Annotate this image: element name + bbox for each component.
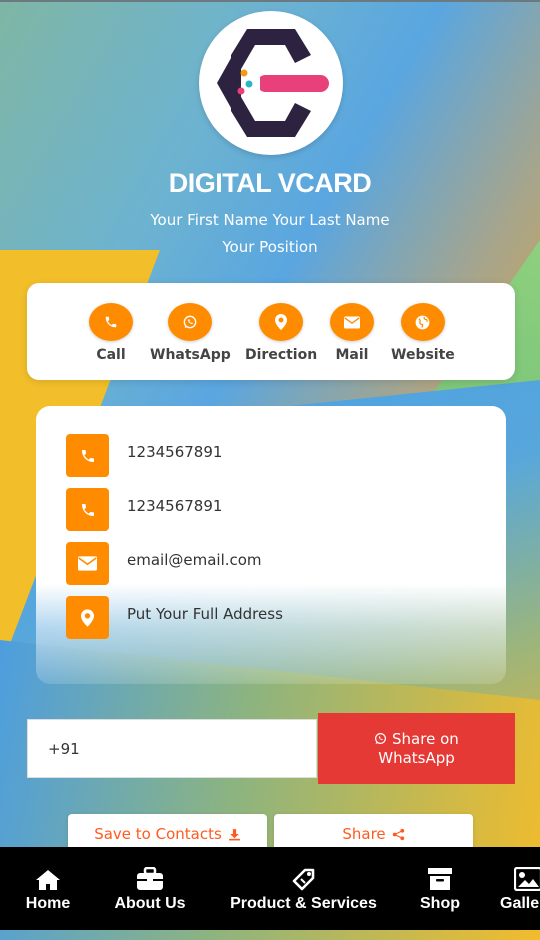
call-label: Call [96,347,126,363]
phone-icon [105,316,117,328]
share-on-whatsapp-text-1: Share on [392,729,459,748]
nav-product-services[interactable]: Product & Services [226,865,381,913]
profile-position: Your Position [222,238,318,256]
share-on-whatsapp-text-2: WhatsApp [378,748,455,767]
direction-action[interactable]: Direction [245,303,317,363]
whatsapp-label: WhatsApp [150,347,231,363]
archive-icon [428,868,452,890]
phone-number-1[interactable]: 1234567891 [127,443,222,461]
whatsapp-action[interactable]: WhatsApp [150,303,231,363]
share-icon [392,828,404,840]
globe-icon [416,315,430,329]
share-on-whatsapp-button[interactable]: Share on WhatsApp [318,713,515,784]
website-action[interactable]: Website [391,303,455,363]
nav-about-us-label: About Us [114,895,186,912]
nav-product-services-label: Product & Services [230,895,377,912]
whatsapp-button[interactable] [168,303,213,341]
website-label: Website [391,347,455,363]
address-text[interactable]: Put Your Full Address [127,605,283,623]
contact-details-card: 1234567891 1234567891 email@email.com Pu… [36,406,506,684]
direction-button[interactable] [259,303,304,341]
home-icon [36,870,60,890]
mail-label: Mail [335,347,369,363]
bottom-navigation: Home About Us Product & Services Shop Ga… [0,847,540,930]
whatsapp-icon [184,315,197,329]
map-pin-icon [275,314,288,330]
phone-icon [81,449,94,462]
logo [199,11,343,155]
briefcase-icon [137,867,163,890]
envelope-icon [344,316,360,328]
whatsapp-icon [375,732,387,744]
map-pin-icon [81,608,94,627]
share-on-whatsapp-line1: Share on [374,730,459,749]
nav-gallery[interactable]: Gallery [500,865,540,913]
tag-icon [292,868,314,891]
envelope-icon [78,556,97,571]
nav-home-label: Home [25,895,71,912]
phone-number-2[interactable]: 1234567891 [127,497,222,515]
nav-gallery-label: Gallery [500,895,540,912]
nav-shop-label: Shop [420,895,460,912]
share-label: Share [342,825,386,843]
website-button[interactable] [400,303,445,341]
call-button[interactable] [89,303,133,341]
email-address[interactable]: email@email.com [127,551,262,569]
save-to-contacts-label: Save to Contacts [94,825,222,843]
whatsapp-number-input[interactable] [27,719,317,778]
page-title: DIGITAL VCARD [168,168,372,198]
phone-icon-box [66,434,109,477]
profile-name: Your First Name Your Last Name [150,211,390,229]
mail-button[interactable] [330,303,374,341]
nav-home[interactable]: Home [22,865,74,913]
phone-icon-box [66,488,109,531]
image-icon [514,867,540,891]
top-border [0,0,540,2]
call-action[interactable]: Call [89,303,133,363]
map-pin-icon-box [66,596,109,639]
direction-label: Direction [245,347,318,363]
phone-icon [81,503,94,516]
nav-shop[interactable]: Shop [418,865,462,913]
vcard-logo-icon [217,29,329,137]
quick-actions-card: Call WhatsApp Direction Mail Website [27,283,515,380]
envelope-icon-box [66,542,109,585]
nav-about-us[interactable]: About Us [111,865,189,913]
download-icon [228,828,240,840]
mail-action[interactable]: Mail [330,303,374,363]
